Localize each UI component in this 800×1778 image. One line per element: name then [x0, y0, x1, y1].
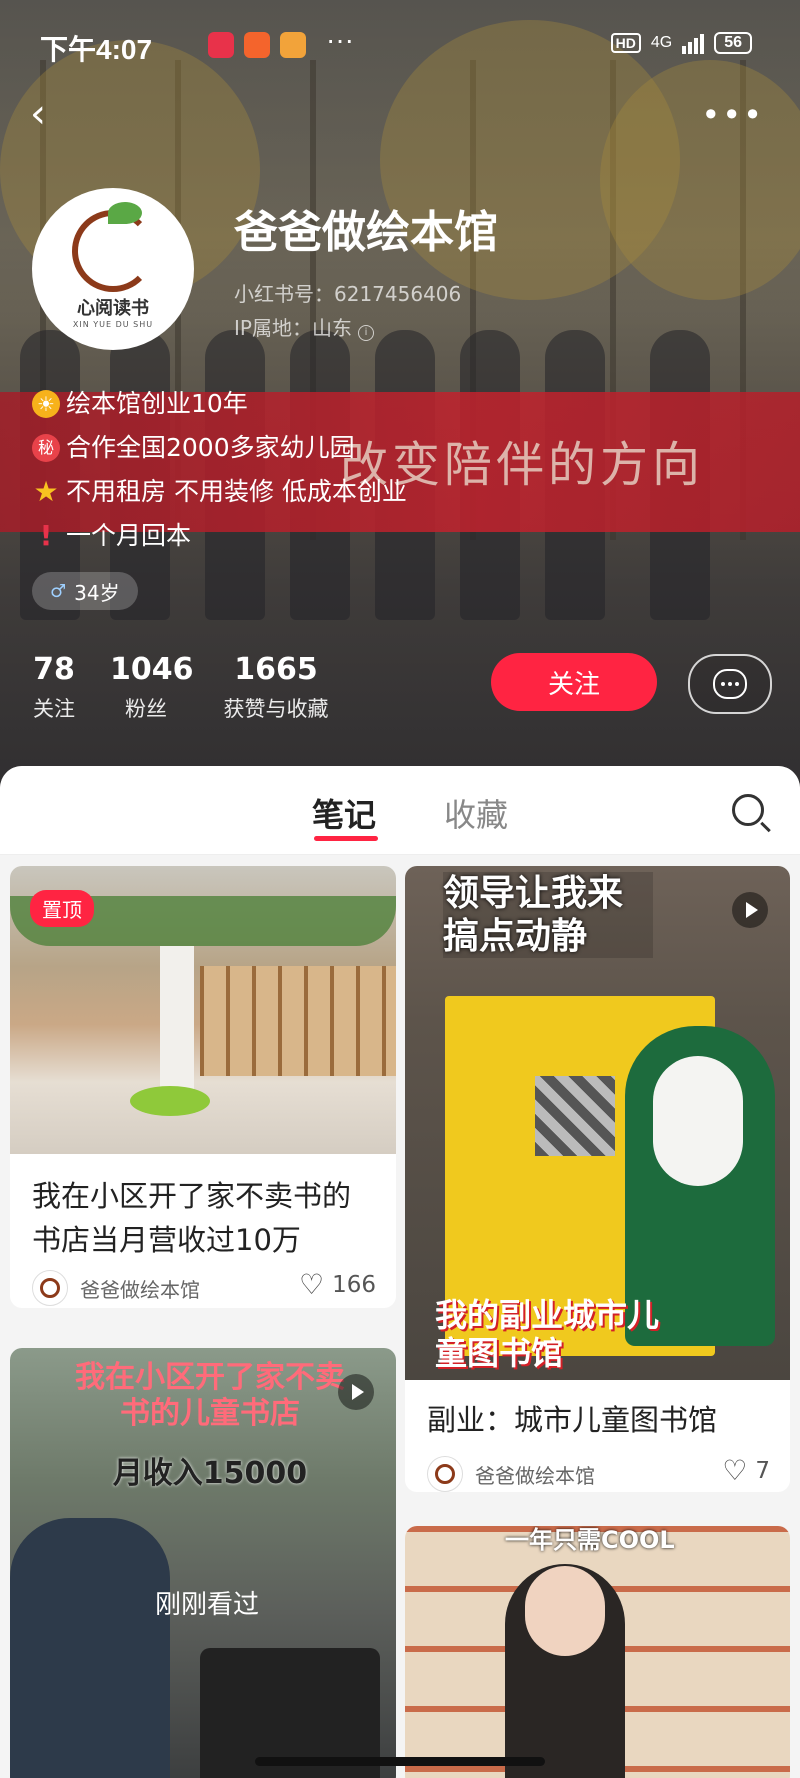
note-card[interactable]: 我在小区开了家不卖书的儿童书店 月收入15000 刚刚看过: [10, 1348, 396, 1778]
secret-emoji-icon: 秘: [32, 434, 60, 462]
stat-number: 1046: [110, 652, 194, 687]
bio-line: ★ 不用租房 不用装修 低成本创业: [32, 470, 407, 514]
tab-notes[interactable]: 笔记: [312, 790, 376, 836]
note-cover-image: 我在小区开了家不卖书的儿童书店 月收入15000 刚刚看过: [10, 1348, 396, 1778]
stat-label: 关注: [33, 697, 75, 721]
note-author[interactable]: 爸爸做绘本馆: [32, 1270, 200, 1306]
star-emoji-icon: ★: [33, 475, 59, 508]
status-bar: 下午4:07 ··· HD 4G 56: [0, 0, 800, 90]
bio-text: 合作全国2000多家幼儿园: [66, 433, 355, 462]
tab-collect[interactable]: 收藏: [444, 790, 508, 836]
active-tab-indicator: [314, 836, 378, 841]
bio-line: ! 一个月回本: [32, 514, 407, 558]
cover-overlay-text: 一年只需COOL: [505, 1526, 675, 1554]
app-notification-icon: [280, 32, 306, 58]
ip-location: IP属地：山东 i: [234, 312, 374, 341]
cover-overlay-subtext: 月收入15000: [112, 1456, 308, 1491]
note-author[interactable]: 爸爸做绘本馆: [427, 1456, 595, 1492]
author-name: 爸爸做绘本馆: [80, 1277, 200, 1302]
sun-emoji-icon: ☀: [32, 390, 60, 418]
stat-followers[interactable]: 1046 粉丝: [110, 652, 194, 723]
logo-icon: [72, 201, 154, 292]
heart-icon: ♡: [722, 1454, 748, 1487]
exclamation-emoji-icon: !: [39, 519, 53, 552]
follow-button[interactable]: 关注: [491, 653, 657, 711]
info-icon[interactable]: i: [357, 325, 374, 341]
profile-name: 爸爸做绘本馆: [234, 207, 498, 258]
profile-bio: ☀ 绘本馆创业10年 秘合作全国2000多家幼儿园 ★ 不用租房 不用装修 低成本创…: [32, 382, 407, 558]
gender-icon: ♂: [50, 580, 67, 602]
note-card[interactable]: 一年只需COOL: [405, 1526, 790, 1778]
back-arrow-icon[interactable]: ‹: [30, 94, 70, 134]
pinned-badge: 置顶: [30, 890, 94, 927]
author-name: 爸爸做绘本馆: [475, 1463, 595, 1488]
stat-label: 粉丝: [125, 697, 167, 721]
more-notifications-icon: ···: [326, 24, 354, 55]
age-badge: ♂ 34岁: [32, 572, 138, 610]
cover-overlay-text: 领导让我来搞点动静: [443, 872, 653, 959]
content-panel: 笔记 收藏 置顶 我在小区开了家不卖书的书店当月营收过10万 爸爸做绘本馆 ♡ …: [0, 766, 800, 1778]
avatar[interactable]: 心阅读书 XIN YUE DU SHU: [32, 188, 194, 350]
heart-icon: ♡: [298, 1268, 325, 1301]
stat-likes-collects[interactable]: 1665 获赞与收藏: [215, 652, 337, 723]
cover-overlay-text: 我的副业城市儿童图书馆: [435, 1296, 660, 1373]
note-cover-image: 领导让我来搞点动静 我的副业城市儿童图书馆: [405, 866, 790, 1380]
hd-icon: HD: [610, 33, 641, 53]
stat-following[interactable]: 78 关注: [32, 652, 76, 723]
bio-text: 绘本馆创业10年: [66, 389, 248, 418]
bio-text: 不用租房 不用装修 低成本创业: [66, 477, 407, 506]
system-icons: HD 4G 56: [610, 32, 752, 54]
note-title: 副业：城市儿童图书馆: [427, 1403, 718, 1437]
recently-viewed-label: 刚刚看过: [155, 1590, 260, 1620]
more-options-icon[interactable]: •••: [701, 96, 764, 134]
cover-overlay-text: 我在小区开了家不卖书的儿童书店: [75, 1360, 345, 1431]
app-notification-icon: [208, 32, 234, 58]
like-number: 166: [332, 1271, 376, 1298]
avatar-logo-subtext: XIN YUE DU SHU: [72, 319, 154, 329]
bio-line: ☀ 绘本馆创业10年: [32, 382, 407, 426]
like-count[interactable]: ♡ 166: [299, 1268, 376, 1301]
network-label: 4G: [650, 34, 673, 51]
signal-icon: [682, 32, 705, 54]
app-notification-icon: [244, 32, 270, 58]
note-card[interactable]: 领导让我来搞点动静 我的副业城市儿童图书馆 副业：城市儿童图书馆 爸爸做绘本馆 …: [405, 866, 790, 1492]
video-play-icon: [338, 1374, 374, 1410]
ip-location-text: IP属地：山东: [234, 316, 352, 340]
home-indicator[interactable]: [255, 1757, 545, 1766]
battery-icon: 56: [714, 32, 752, 54]
video-play-icon: [732, 892, 768, 928]
message-button[interactable]: [688, 654, 772, 714]
age-text: 34岁: [74, 580, 120, 605]
stat-number: 78: [33, 652, 75, 687]
chat-bubble-icon: [713, 669, 747, 699]
status-time: 下午4:07: [40, 34, 153, 65]
bio-line: 秘合作全国2000多家幼儿园: [32, 426, 407, 470]
note-card[interactable]: 置顶 我在小区开了家不卖书的书店当月营收过10万 爸爸做绘本馆 ♡ 166: [10, 866, 396, 1308]
stat-number: 1665: [234, 652, 318, 687]
profile-id[interactable]: 小红书号：6217456406: [234, 278, 461, 307]
search-icon[interactable]: [732, 794, 764, 826]
note-title: 我在小区开了家不卖书的书店当月营收过10万: [32, 1179, 352, 1257]
author-avatar: [32, 1270, 68, 1306]
stat-label: 获赞与收藏: [223, 697, 329, 721]
like-number: 7: [755, 1457, 770, 1484]
note-cover-image: 置顶: [10, 866, 396, 1154]
bio-text: 一个月回本: [66, 521, 192, 550]
note-cover-image: 一年只需COOL: [405, 1526, 790, 1778]
avatar-logo-text: 心阅读书: [77, 297, 149, 319]
notification-icons: [208, 32, 306, 58]
tab-bar: 笔记 收藏: [0, 766, 800, 855]
author-avatar: [427, 1456, 463, 1492]
like-count[interactable]: ♡ 7: [722, 1454, 770, 1487]
